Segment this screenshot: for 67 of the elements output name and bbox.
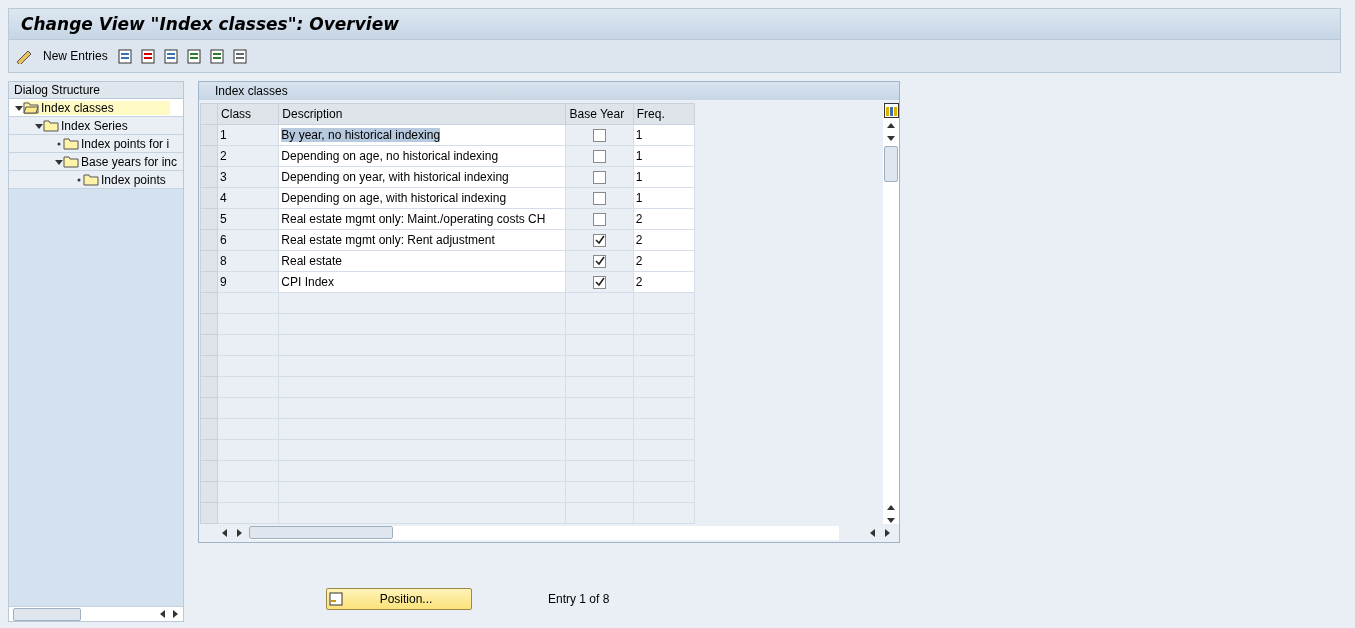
table-cell[interactable]: Depending on year, with historical indexing — [278, 166, 566, 188]
triangle-down-icon[interactable] — [35, 121, 43, 130]
folder-icon — [23, 101, 39, 114]
horizontal-scrollbar[interactable] — [249, 526, 839, 540]
document-icon[interactable] — [117, 48, 133, 64]
checkbox[interactable] — [593, 213, 607, 227]
triangle-right-icon[interactable] — [883, 529, 891, 537]
triangle-right-icon[interactable] — [235, 529, 243, 537]
panel-title: Dialog Structure — [9, 82, 183, 99]
document-icon[interactable] — [232, 48, 248, 64]
triangle-left-icon[interactable] — [221, 529, 229, 537]
checkbox[interactable] — [593, 171, 607, 185]
triangle-down-icon[interactable] — [887, 134, 895, 142]
table-cell[interactable]: Depending on age, with historical indexing — [278, 187, 566, 209]
table-cell[interactable]: Depending on age, no historical indexing — [278, 145, 566, 167]
checkbox[interactable] — [593, 255, 607, 269]
checkbox[interactable] — [593, 192, 607, 206]
triangle-down-icon[interactable] — [887, 516, 895, 524]
new-entries-button[interactable]: New Entries — [41, 49, 110, 63]
folder-icon — [43, 119, 59, 132]
document-icon[interactable] — [163, 48, 179, 64]
table-cell[interactable]: CPI Index — [278, 271, 566, 293]
table-cell[interactable]: Real estate — [278, 250, 566, 272]
table-cell[interactable]: Real estate mgmt only: Rent adjustment — [278, 229, 566, 251]
triangle-up-icon[interactable] — [887, 504, 895, 512]
triangle-up-icon[interactable] — [887, 122, 895, 130]
checkbox[interactable] — [593, 276, 607, 290]
document-icon[interactable] — [209, 48, 225, 64]
column-header[interactable]: Class — [217, 103, 279, 125]
vertical-scrollbar[interactable] — [883, 103, 899, 524]
position-button[interactable]: Position... — [326, 588, 472, 610]
table-cell[interactable]: By year, no historical indexing — [278, 124, 566, 146]
document-icon[interactable] — [140, 48, 156, 64]
window-title: Change View "Index classes": Overview — [21, 14, 399, 34]
tree-item[interactable]: Index points — [9, 171, 183, 189]
document-icon[interactable] — [186, 48, 202, 64]
tree-label: Index classes — [41, 100, 114, 115]
checkbox[interactable] — [593, 234, 607, 248]
tree-item[interactable]: Index points for i — [9, 135, 183, 153]
checkbox[interactable] — [593, 129, 607, 143]
table-settings-icon[interactable] — [883, 103, 899, 118]
column-header[interactable]: Freq. — [633, 103, 695, 125]
document-icon — [329, 592, 343, 606]
horizontal-scrollbar[interactable] — [9, 606, 183, 621]
tree-item[interactable]: Index classes — [9, 99, 183, 117]
checkbox[interactable] — [593, 150, 607, 164]
panel-title: Index classes — [199, 82, 899, 100]
column-header[interactable]: Base Year — [565, 103, 634, 125]
entry-info: Entry 1 of 8 — [548, 592, 610, 606]
scrollbar-thumb[interactable] — [884, 146, 898, 182]
column-header[interactable]: Description — [278, 103, 566, 125]
triangle-left-icon[interactable] — [869, 529, 877, 537]
tree-label: Index points — [101, 172, 166, 187]
pencil-icon[interactable] — [15, 48, 33, 64]
table-cell[interactable]: Real estate mgmt only: Maint./operating costs CH — [278, 208, 566, 230]
tree-label: Index Series — [61, 118, 128, 133]
triangle-right-icon[interactable] — [171, 610, 179, 618]
triangle-down-icon[interactable] — [15, 103, 23, 112]
folder-icon — [63, 155, 79, 168]
tree-item[interactable]: Index Series — [9, 117, 183, 135]
folder-icon — [63, 137, 79, 150]
folder-icon — [83, 173, 99, 186]
triangle-left-icon[interactable] — [159, 610, 167, 618]
tree-label: Base years for inc — [81, 154, 178, 169]
tree-item[interactable]: Base years for inc — [9, 153, 183, 171]
triangle-down-icon[interactable] — [55, 157, 63, 166]
tree-label: Index points for i — [81, 136, 170, 151]
